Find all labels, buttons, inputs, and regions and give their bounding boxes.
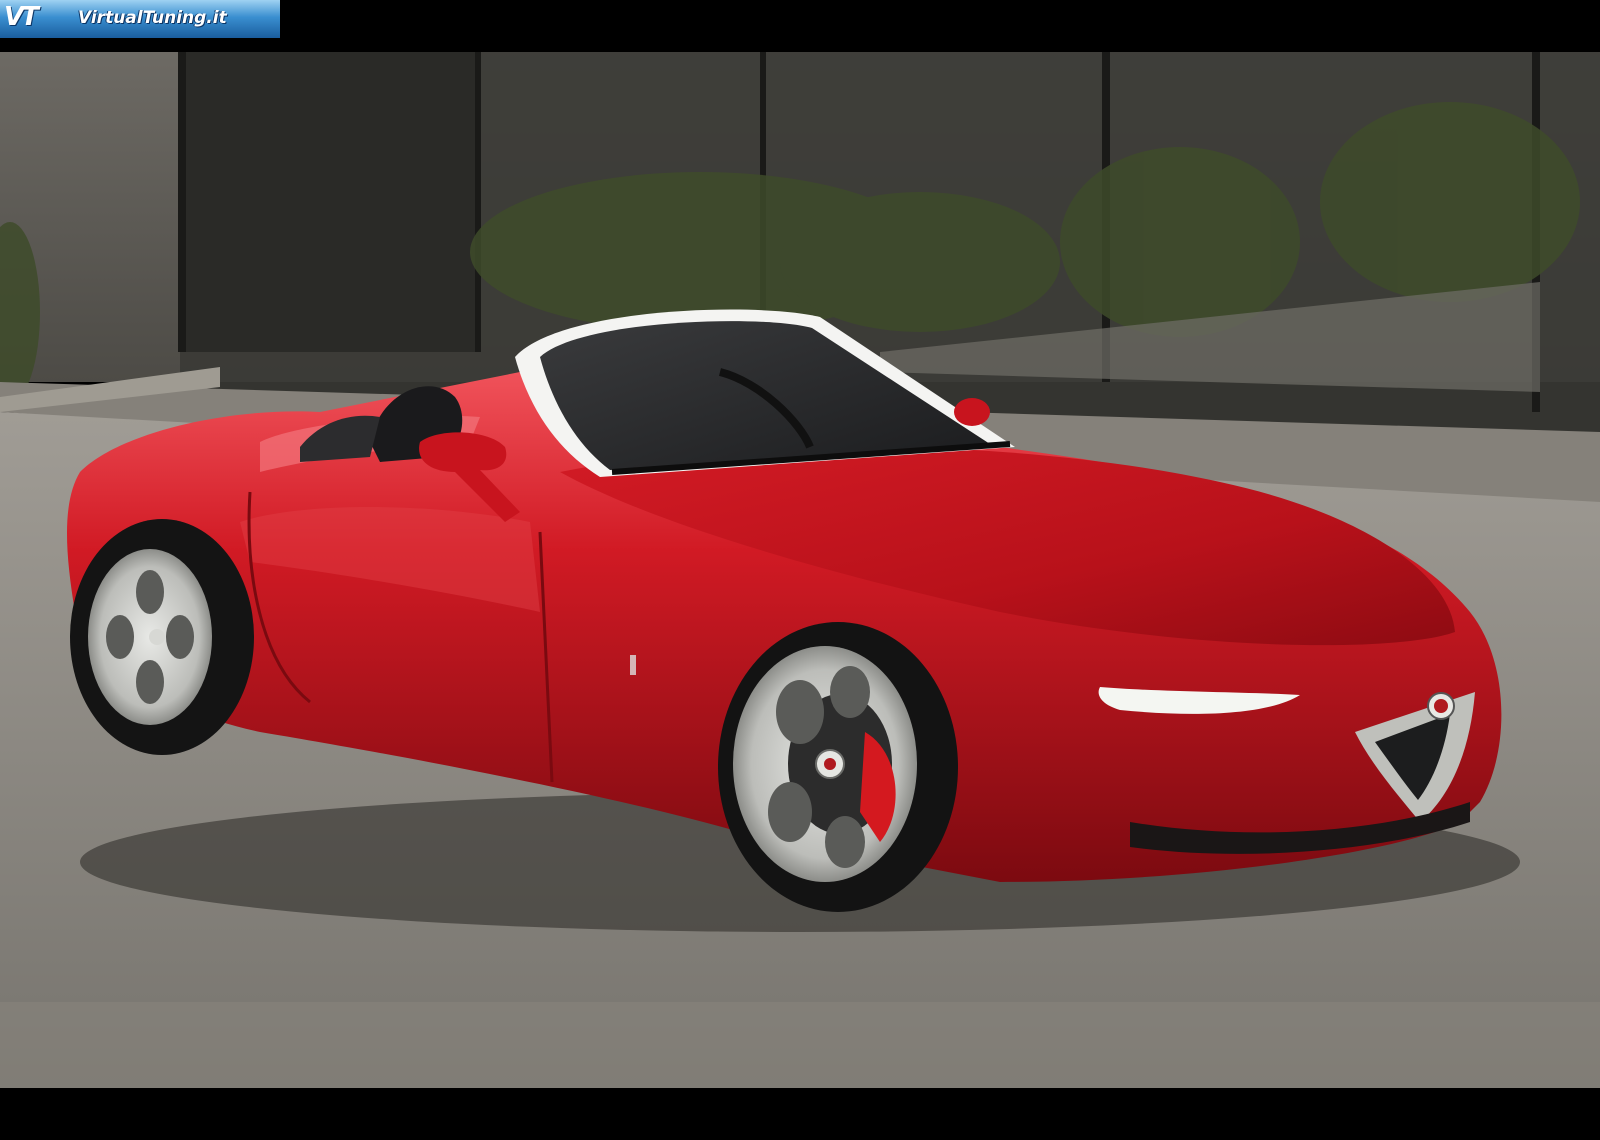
virtualtuning-logo-icon[interactable]: VT VirtualTuning.it [0,0,280,38]
alfa-romeo-badge-icon [1427,692,1455,720]
front-wheel [718,622,958,912]
car-photo [0,52,1600,1088]
rear-wheel [70,519,254,755]
bottom-black-bar [0,1088,1600,1140]
logo-text: VirtualTuning.it [78,8,227,28]
top-black-bar: VT VirtualTuning.it [0,0,1600,52]
logo-mark: VT [4,2,39,32]
